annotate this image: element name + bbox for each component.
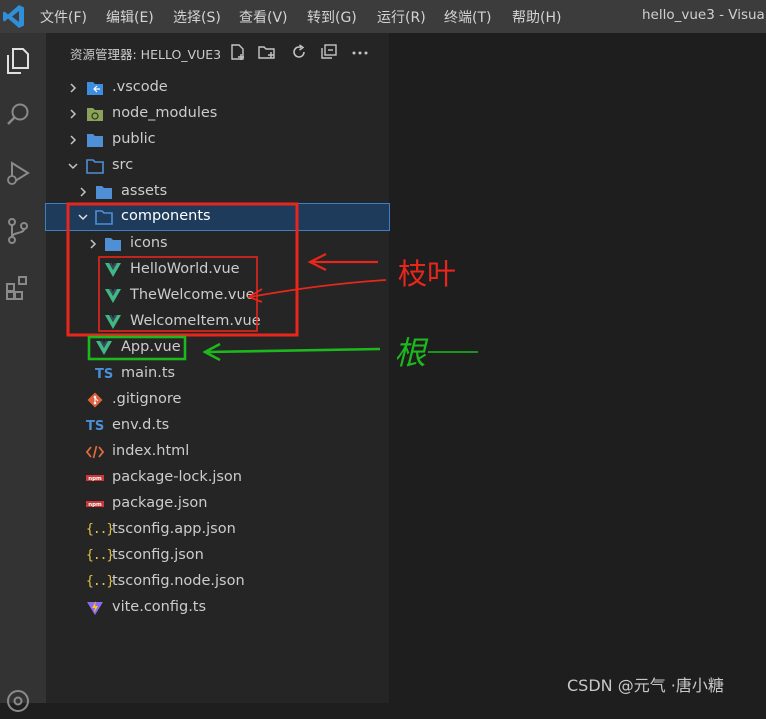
vue-file-icon (105, 289, 121, 303)
folder-icon (96, 186, 112, 199)
chevron-right-icon (90, 239, 97, 249)
json-file-icon: {..} (86, 548, 114, 563)
tree-item-label: assets (121, 183, 168, 199)
source-control-icon[interactable] (0, 213, 36, 249)
tree-item-label: node_modules (112, 105, 218, 121)
explorer-icon[interactable] (0, 43, 36, 79)
tree-item-label: src (112, 157, 134, 173)
node-folder-icon (87, 108, 103, 121)
csdn-watermark: CSDN @元气 ·唐小糖 (567, 676, 724, 695)
extensions-icon[interactable] (0, 269, 36, 305)
annotation-leaf-label: 枝叶 (398, 257, 456, 291)
json-file-icon: {..} (86, 574, 114, 589)
chevron-right-icon (70, 83, 77, 93)
tree-item-tsconfig-app-json[interactable]: {..} tsconfig.app.json (46, 517, 389, 543)
tree-item-vite-config-ts[interactable]: vite.config.ts (46, 595, 389, 621)
vscode-folder-icon (87, 82, 103, 95)
tree-item-label: icons (130, 235, 168, 251)
tree-item-package-json[interactable]: npm package.json (46, 491, 389, 517)
tree-item-label: .gitignore (112, 391, 182, 407)
more-icon[interactable] (351, 43, 369, 61)
menu-file[interactable]: 文件(F) (40, 7, 87, 27)
tree-item-label: public (112, 131, 156, 147)
tree-item-label: HelloWorld.vue (130, 261, 240, 277)
tree-item-label: App.vue (121, 339, 181, 355)
menu-run[interactable]: 运行(R) (377, 7, 426, 27)
chevron-right-icon (80, 187, 87, 197)
chevron-down-icon (78, 214, 88, 221)
refresh-icon[interactable] (290, 43, 308, 61)
tree-item-src[interactable]: src (46, 153, 389, 179)
annotation-root-label: 根 (394, 334, 429, 372)
vue-file-icon (105, 315, 121, 329)
vscode-logo-icon (3, 5, 24, 28)
tree-item-label: index.html (112, 443, 190, 459)
tree-item-label: WelcomeItem.vue (130, 313, 261, 329)
json-file-icon: {..} (86, 522, 114, 537)
chevron-down-icon (68, 163, 78, 170)
tree-item-label: main.ts (121, 365, 176, 381)
tree-item-label: .vscode (112, 79, 168, 95)
tree-item-tsconfig-node-json[interactable]: {..} tsconfig.node.json (46, 569, 389, 595)
tree-item-index-html[interactable]: index.html (46, 439, 389, 465)
typescript-file-icon: TS (86, 419, 105, 434)
collapse-all-icon[interactable] (320, 43, 338, 61)
menu-go[interactable]: 转到(G) (307, 7, 357, 27)
tree-item-main-ts[interactable]: TS main.ts (46, 361, 389, 387)
tree-item-label: env.d.ts (112, 417, 170, 433)
search-icon[interactable] (0, 97, 36, 133)
tree-item-label: tsconfig.node.json (112, 573, 245, 589)
tree-item-label: package-lock.json (112, 469, 242, 485)
tree-item-app-vue[interactable]: App.vue (46, 335, 389, 361)
menu-view[interactable]: 查看(V) (239, 7, 288, 27)
window-title: hello_vue3 - Visual (642, 7, 766, 23)
chevron-right-icon (70, 135, 77, 145)
tree-item-assets[interactable]: assets (46, 179, 389, 205)
tree-item-thewelcome-vue[interactable]: TheWelcome.vue (46, 283, 389, 309)
menu-help[interactable]: 帮助(H) (512, 7, 561, 27)
tree-item-label: tsconfig.json (112, 547, 204, 563)
activity-bar (0, 33, 46, 712)
svg-text:npm: npm (88, 502, 102, 508)
folder-icon (87, 134, 103, 147)
html-file-icon (86, 445, 104, 459)
svg-text:npm: npm (88, 476, 102, 482)
git-file-icon (87, 392, 103, 408)
tree-item-welcomeitem-vue[interactable]: WelcomeItem.vue (46, 309, 389, 335)
folder-open-icon (86, 159, 104, 174)
tree-item-label: components (121, 208, 211, 224)
menu-terminal[interactable]: 终端(T) (444, 7, 491, 27)
chevron-right-icon (70, 109, 77, 119)
run-debug-icon[interactable] (0, 155, 36, 191)
tree-item-label: vite.config.ts (112, 599, 207, 615)
tree-item-node-modules[interactable]: node_modules (46, 101, 389, 127)
tree-item-helloworld-vue[interactable]: HelloWorld.vue (46, 257, 389, 283)
new-folder-icon[interactable] (258, 43, 276, 61)
tree-item-vscode[interactable]: .vscode (46, 75, 389, 101)
menu-selection[interactable]: 选择(S) (173, 7, 221, 27)
new-file-icon[interactable] (229, 43, 247, 61)
folder-icon (105, 238, 121, 251)
tree-item-label: TheWelcome.vue (130, 287, 255, 303)
explorer-title: 资源管理器: HELLO_VUE3 (70, 47, 222, 62)
tree-item-tsconfig-json[interactable]: {..} tsconfig.json (46, 543, 389, 569)
tree-item-components[interactable]: components (45, 203, 390, 231)
menu-edit[interactable]: 编辑(E) (106, 7, 154, 27)
folder-open-icon (95, 210, 113, 225)
npm-file-icon: npm (86, 475, 104, 482)
typescript-file-icon: TS (95, 367, 114, 382)
vite-file-icon (87, 601, 103, 615)
tree-item-gitignore[interactable]: .gitignore (46, 387, 389, 413)
tree-item-public[interactable]: public (46, 127, 389, 153)
tree-item-label: tsconfig.app.json (112, 521, 236, 537)
npm-file-icon: npm (86, 501, 104, 508)
tree-item-icons[interactable]: icons (46, 231, 389, 257)
vue-file-icon (105, 263, 121, 277)
tree-item-env-d-ts[interactable]: TS env.d.ts (46, 413, 389, 439)
tree-item-package-lock-json[interactable]: npm package-lock.json (46, 465, 389, 491)
tree-item-label: package.json (112, 495, 208, 511)
menu-bar: 文件(F) 编辑(E) 选择(S) 查看(V) 转到(G) 运行(R) 终端(T… (0, 0, 766, 33)
vue-file-icon (96, 341, 112, 355)
account-icon[interactable] (0, 683, 36, 719)
